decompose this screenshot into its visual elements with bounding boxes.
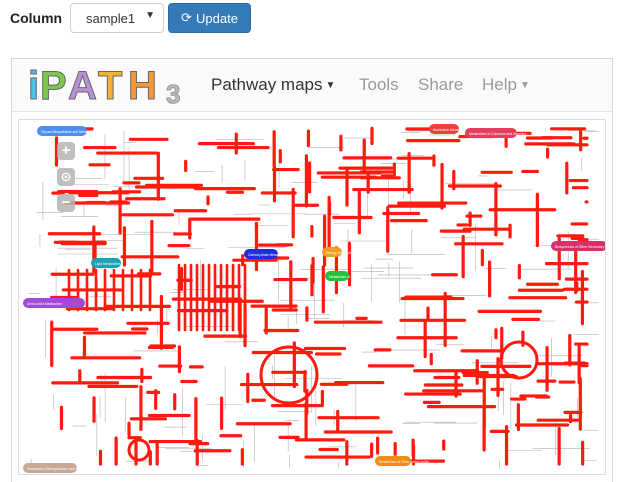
nav-help[interactable]: Help ▼ bbox=[482, 75, 530, 95]
svg-text:Carbohydrate Metabolism: Carbohydrate Metabolism bbox=[248, 253, 287, 257]
logo-version-number: 3 bbox=[165, 79, 181, 110]
toolbar: Column sample1 ▼ ⟳ Update bbox=[0, 0, 623, 44]
svg-text:Metabolism of Terpenoids and P: Metabolism of Terpenoids and Polyketides bbox=[329, 275, 393, 279]
svg-text:Xenobiotics Biodegradation and: Xenobiotics Biodegradation and Metabolis… bbox=[27, 467, 93, 471]
ipath-frame: i P A T H 3 Pathway maps ▼ Tools Share He… bbox=[11, 58, 613, 482]
cycle-pathway bbox=[259, 345, 319, 405]
ipath-logo[interactable]: i P A T H 3 bbox=[26, 63, 201, 110]
caret-down-icon: ▼ bbox=[325, 80, 336, 91]
caret-down-icon: ▼ bbox=[519, 80, 530, 91]
zoom-out-button[interactable]: − bbox=[57, 194, 75, 212]
pathway-map[interactable]: Glycan Biosynthesis and Metabolism Nucleo… bbox=[18, 119, 606, 475]
nav-share[interactable]: Share bbox=[418, 75, 463, 95]
map-category-label[interactable]: Metabolism of Other Amino Acids bbox=[375, 456, 429, 466]
update-button-label: Update bbox=[196, 11, 238, 26]
nav-help-label: Help bbox=[482, 75, 517, 94]
refresh-icon: ⟳ bbox=[181, 10, 192, 25]
logo-letter-i: i bbox=[27, 64, 40, 109]
ipath-navbar: i P A T H 3 Pathway maps ▼ Tools Share He… bbox=[12, 59, 612, 112]
nav-tools[interactable]: Tools bbox=[359, 75, 399, 95]
nav-pathway-maps-label: Pathway maps bbox=[211, 75, 323, 94]
column-select-value: sample1 bbox=[86, 11, 136, 26]
logo-letter-p: P bbox=[40, 64, 68, 109]
cycle-pathway bbox=[499, 340, 539, 380]
chevron-down-icon: ▼ bbox=[145, 10, 155, 21]
map-category-label[interactable]: Xenobiotics Biodegradation and Metabolis… bbox=[23, 463, 93, 473]
map-category-label[interactable]: Amino Acid Metabolism bbox=[23, 298, 85, 308]
zoom-in-button[interactable]: + bbox=[57, 142, 75, 160]
column-select[interactable]: sample1 ▼ bbox=[70, 3, 164, 33]
cycle-pathway bbox=[127, 438, 151, 462]
svg-text:Glycan Biosynthesis and Metabo: Glycan Biosynthesis and Metabolism bbox=[41, 130, 97, 134]
svg-text:Energy Metabolism: Energy Metabolism bbox=[326, 251, 355, 255]
map-category-label[interactable]: Nucleotide Metabolism bbox=[429, 124, 467, 134]
logo-letter-t: T bbox=[97, 64, 123, 109]
map-category-label[interactable]: Metabolism of Cofactors and Vitamins bbox=[465, 128, 526, 138]
update-button[interactable]: ⟳ Update bbox=[168, 3, 251, 33]
svg-text:Metabolism of Other Amino Acid: Metabolism of Other Amino Acids bbox=[379, 460, 429, 464]
svg-text:Amino Acid Metabolism: Amino Acid Metabolism bbox=[27, 302, 62, 306]
column-label: Column bbox=[10, 10, 63, 26]
svg-text:Nucleotide Metabolism: Nucleotide Metabolism bbox=[433, 128, 467, 132]
logo-letter-h: H bbox=[128, 64, 158, 109]
map-category-label[interactable]: Lipid Metabolism bbox=[91, 258, 121, 268]
svg-text:Biosynthesis of Other Secondar: Biosynthesis of Other Secondary Metaboli… bbox=[555, 245, 606, 249]
map-category-label[interactable]: Metabolism of Terpenoids and Polyketides bbox=[325, 271, 393, 281]
logo-letter-a: A bbox=[68, 64, 98, 109]
svg-text:Metabolism of Cofactors and Vi: Metabolism of Cofactors and Vitamins bbox=[469, 132, 526, 136]
nav-pathway-maps[interactable]: Pathway maps ▼ bbox=[211, 75, 335, 95]
map-category-label[interactable]: Biosynthesis of Other Secondary Metaboli… bbox=[551, 241, 606, 251]
pathway-map-canvas[interactable]: Glycan Biosynthesis and Metabolism Nucleo… bbox=[19, 120, 606, 475]
svg-text:Lipid Metabolism: Lipid Metabolism bbox=[95, 262, 121, 266]
zoom-reset-button[interactable]: ⊙ bbox=[57, 168, 75, 186]
